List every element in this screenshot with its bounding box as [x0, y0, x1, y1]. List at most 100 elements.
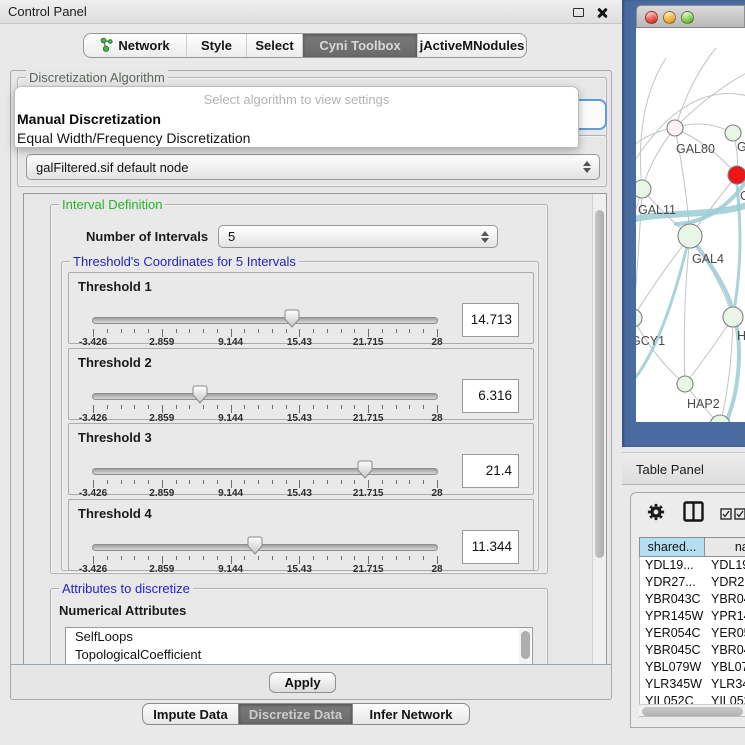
cell-name[interactable]: YBR045C [706, 642, 745, 659]
tab-select[interactable]: Select [247, 34, 303, 57]
close-icon[interactable] [596, 7, 608, 19]
table-row[interactable]: YER054CYER054C [640, 625, 745, 642]
cell-shared-name[interactable]: YBR045C [640, 642, 706, 659]
cell-shared-name[interactable]: YDR27... [640, 574, 706, 591]
attributes-group-title: Attributes to discretize [59, 581, 193, 596]
tab-jactivemnodules[interactable]: jActiveMNodules [418, 34, 526, 57]
apply-button[interactable]: Apply [269, 672, 336, 693]
table-panel-container: shared... name YDL19...YDL19...YDR27...Y… [630, 492, 745, 728]
checkbox-pair-icon[interactable] [720, 507, 745, 525]
table-rows[interactable]: YDL19...YDL19...YDR27...YDR27...YBR043CY… [639, 557, 745, 704]
tab-style[interactable]: Style [187, 34, 247, 57]
algorithm-dropdown-popup: Select algorithm to view settings Manual… [14, 86, 579, 148]
tab-jactivemnodules-label: jActiveMNodules [420, 38, 525, 53]
column-header-shared-name[interactable]: shared... [639, 537, 705, 557]
network-node[interactable] [678, 224, 702, 248]
cell-shared-name[interactable]: YLR345W [640, 676, 706, 693]
cell-name[interactable]: YLR345W [706, 676, 745, 693]
tab-infer-network-label: Infer Network [369, 707, 452, 722]
slider-tick-labels: -3.4262.8599.14415.4321.71528 [93, 335, 437, 347]
control-panel-window: Control Panel Network Style [0, 0, 622, 745]
cell-name[interactable]: YPR145W [706, 608, 745, 625]
dropdown-option-manual-discretization[interactable]: Manual Discretization [17, 111, 161, 127]
gear-icon[interactable] [647, 503, 665, 526]
tab-discretize-data-label: Discretize Data [249, 707, 342, 722]
threshold-3-value-field[interactable]: 21.4 [462, 454, 519, 488]
network-node[interactable] [723, 307, 743, 327]
cell-name[interactable]: YBR043C [706, 591, 745, 608]
float-window-icon[interactable] [573, 8, 584, 17]
table-row[interactable]: YLR345WYLR345W [640, 676, 745, 693]
table-row[interactable]: YBR045CYBR045C [640, 642, 745, 659]
attributes-group: Attributes to discretize Numerical Attri… [50, 588, 548, 666]
split-columns-icon[interactable] [683, 501, 704, 527]
threshold-4-value-field[interactable]: 11.344 [462, 530, 519, 564]
number-of-intervals-label: Number of Intervals [86, 229, 208, 244]
minimize-traffic-light-icon[interactable] [663, 11, 676, 24]
network-node[interactable] [667, 120, 683, 136]
cell-name[interactable]: YDL19... [706, 557, 745, 574]
slider-tick-labels: -3.4262.8599.14415.4321.71528 [93, 411, 437, 423]
network-node[interactable] [677, 376, 693, 392]
tab-discretize-data[interactable]: Discretize Data [239, 704, 353, 724]
discretization-algorithm-group-title: Discretization Algorithm [26, 70, 168, 85]
cell-shared-name[interactable]: YBR043C [640, 591, 706, 608]
cell-name[interactable]: YER054C [706, 625, 745, 642]
cell-shared-name[interactable]: YER054C [640, 625, 706, 642]
cyni-bottom-tabbar: Impute Data Discretize Data Infer Networ… [142, 703, 470, 725]
tab-cyni-toolbox[interactable]: Cyni Toolbox [303, 34, 418, 57]
zoom-traffic-light-icon[interactable] [681, 11, 694, 24]
threshold-2-value-field[interactable]: 6.316 [462, 379, 519, 413]
cell-shared-name[interactable]: YPR145W [640, 608, 706, 625]
dropdown-prompt-option[interactable]: Select algorithm to view settings [15, 92, 578, 107]
dropdown-option-equal-width-frequency[interactable]: Equal Width/Frequency Discretization [17, 130, 250, 146]
tab-impute-data[interactable]: Impute Data [143, 704, 239, 724]
list-item[interactable]: SelfLoops [66, 628, 532, 646]
spinner-arrows-icon [481, 231, 489, 243]
cell-shared-name[interactable]: YIL052C [640, 693, 706, 704]
network-node-label: GCY1 [636, 334, 665, 348]
apply-row: Apply [11, 664, 611, 699]
cell-name[interactable]: YDR27... [706, 574, 745, 591]
settings-vertical-scrollbar[interactable] [592, 194, 606, 665]
list-item[interactable]: TopologicalCoefficient [66, 646, 532, 664]
table-row[interactable]: YDL19...YDL19... [640, 557, 745, 574]
slider-tick-labels: -3.4262.8599.14415.4321.71528 [93, 562, 437, 574]
table-row[interactable]: YIL052CYIL052C [640, 693, 745, 704]
network-node[interactable] [636, 180, 651, 198]
screen: Control Panel Network Style [0, 0, 745, 745]
numerical-attributes-label: Numerical Attributes [59, 603, 186, 618]
table-row[interactable]: YPR145WYPR145W [640, 608, 745, 625]
number-of-intervals-combobox[interactable]: 5 [218, 225, 498, 248]
thresholds-group: Threshold's Coordinates for 5 Intervals … [61, 261, 539, 571]
close-traffic-light-icon[interactable] [645, 11, 658, 24]
tab-select-label: Select [255, 38, 293, 53]
column-header-name[interactable]: name [705, 537, 745, 557]
threshold-1-value-field[interactable]: 14.713 [462, 303, 519, 337]
cell-name[interactable]: YIL052C [706, 693, 745, 704]
table-row[interactable]: YBR043CYBR043C [640, 591, 745, 608]
network-node[interactable] [728, 166, 745, 184]
spinner-arrows-icon [583, 161, 591, 173]
table-row[interactable]: YBL079WYBL079W [640, 659, 745, 676]
cyni-settings-panel: Discretization Algorithm Select algorith… [10, 70, 612, 700]
list-scrollbar[interactable] [519, 629, 531, 666]
network-node-labels: GAL80GCGAL11GAL4GCY1HHAP2 [636, 140, 745, 411]
network-canvas[interactable]: GAL80GCGAL11GAL4GCY1HHAP2 [636, 28, 745, 422]
control-panel-title: Control Panel [8, 4, 87, 19]
table-horizontal-scrollbar[interactable] [639, 704, 745, 717]
tab-network[interactable]: Network [84, 34, 187, 57]
network-node[interactable] [725, 125, 741, 141]
cell-name[interactable]: YBL079W [706, 659, 745, 676]
table-data-combobox[interactable]: galFiltered.sif default node [26, 154, 600, 180]
tab-infer-network[interactable]: Infer Network [353, 704, 469, 724]
cell-shared-name[interactable]: YBL079W [640, 659, 706, 676]
table-panel-header: Table Panel [622, 452, 745, 485]
number-of-intervals-value: 5 [228, 229, 235, 244]
table-row[interactable]: YDR27...YDR27... [640, 574, 745, 591]
network-node[interactable] [636, 309, 642, 327]
threshold-4-panel: Threshold 4 -3.4262.8599.14415.4321.7152… [68, 499, 534, 571]
node-attribute-table: shared... name YDL19...YDL19...YDR27...Y… [639, 537, 745, 717]
table-panel-title: Table Panel [636, 462, 704, 477]
cell-shared-name[interactable]: YDL19... [640, 557, 706, 574]
